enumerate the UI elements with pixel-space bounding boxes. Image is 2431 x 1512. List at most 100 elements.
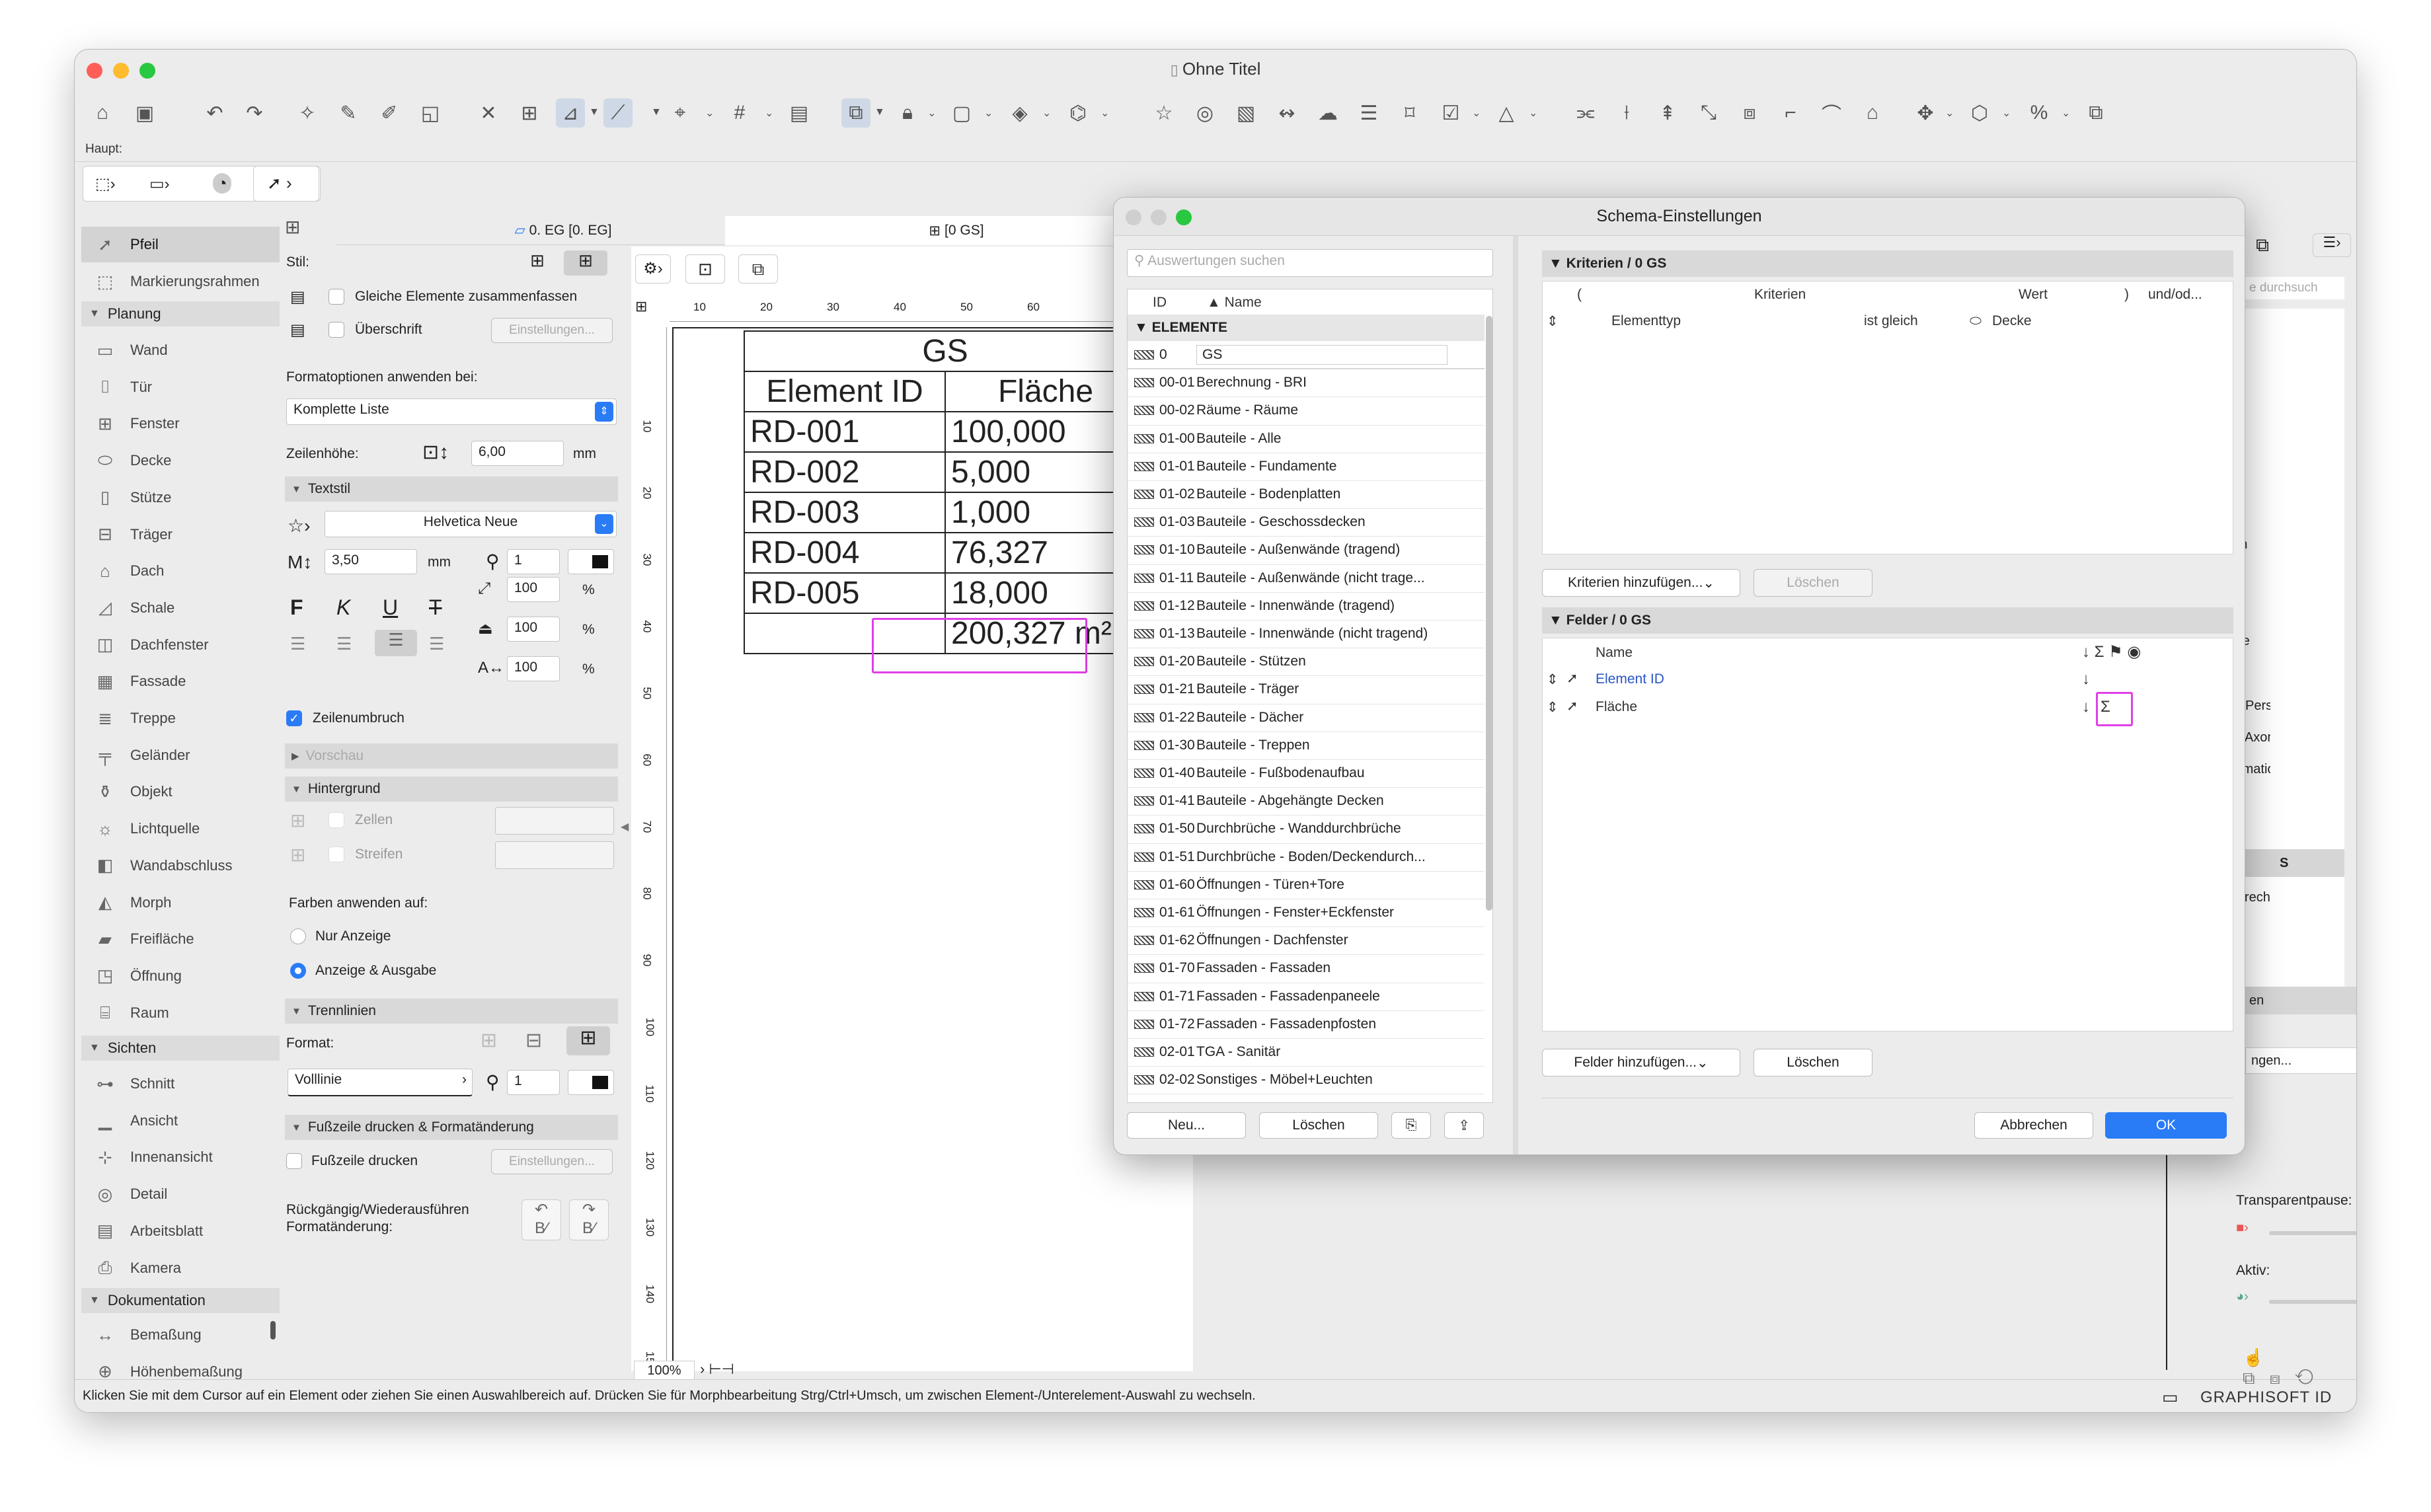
lines-horizontal-icon[interactable]: ⊟ <box>525 1029 542 1052</box>
tool-ansicht[interactable]: ▁ Ansicht <box>81 1103 280 1139</box>
tool-fassade[interactable]: ▦ Fassade <box>81 663 280 699</box>
aktiv-color-icon[interactable]: ◕› <box>2236 1289 2262 1312</box>
schedule-list-item[interactable]: 00-01 Berechnung - BRI <box>1128 369 1485 397</box>
cell-id[interactable]: RD-003 <box>744 492 946 533</box>
magic-wand-icon[interactable]: ✧ <box>293 98 322 128</box>
triangle-icon[interactable]: △ <box>1492 98 1521 128</box>
angle-icon[interactable]: ⊿ <box>556 98 585 128</box>
line-pen-input[interactable]: 1 <box>507 1070 560 1095</box>
chevron-down-icon[interactable]: ⌄ <box>927 106 936 120</box>
import-icon[interactable]: ⎘ <box>1391 1112 1431 1139</box>
settings-gear-icon[interactable]: ⚙› <box>635 254 671 284</box>
list-icon[interactable]: ☰ <box>1354 98 1383 128</box>
krit-kriterium[interactable]: Elementtyp <box>1611 313 1681 329</box>
pen-input[interactable]: 1 <box>507 549 560 574</box>
tool-bema-ung[interactable]: ↔ Bemaßung <box>81 1317 280 1353</box>
grid-snap-icon[interactable]: ▤ <box>785 98 814 128</box>
schedule-list-item[interactable]: 01-71 Fassaden - Fassadenpaneele <box>1128 983 1485 1010</box>
width-pct-input[interactable]: 100 <box>507 577 560 602</box>
kriterien-loeschen-button[interactable]: Löschen <box>1754 569 1872 597</box>
align-left-icon[interactable]: ☰ <box>290 634 305 654</box>
feld-flaeche[interactable]: Fläche <box>1596 699 1637 715</box>
streifen-checkbox[interactable] <box>328 847 344 862</box>
zeilenhoehe-input[interactable]: 6,00 <box>471 441 564 466</box>
schedule-search-input[interactable]: ⚲ Auswertungen suchen <box>1127 249 1493 277</box>
apply-scope-select[interactable]: Komplette Liste ⇕ <box>286 398 617 425</box>
schedule-list-item[interactable]: 01-72 Fassaden - Fassadenpfosten <box>1128 1010 1485 1038</box>
scale-pct-input[interactable]: 100 <box>507 656 560 681</box>
drag-handle-icon[interactable]: ⇕ <box>1547 671 1559 688</box>
tool-kamera[interactable]: ⎙ Kamera <box>81 1250 280 1286</box>
spacing-pct-input[interactable]: 100 <box>507 617 560 642</box>
format-undo-icon[interactable]: ↶ B⁄ <box>521 1199 561 1240</box>
column-header-element-id[interactable]: Element ID <box>744 371 946 412</box>
chevron-down-icon[interactable]: ⌄ <box>765 106 773 120</box>
bold-button[interactable]: F <box>290 595 303 620</box>
section-felder[interactable]: ▼ Felder / 0 GS <box>1542 607 2233 634</box>
corner-icon[interactable]: ⌐ <box>1776 98 1805 128</box>
schedule-list-item[interactable]: 00-02 Räume - Räume <box>1128 397 1485 424</box>
panel-collapse-icon[interactable]: ◀ <box>621 820 629 833</box>
schedule-list-item[interactable]: 01-51 Durchbrüche - Boden/Deckendurch... <box>1128 843 1485 871</box>
trace-tools-icon[interactable]: ☝⧉⧈⟲ <box>2243 1347 2356 1389</box>
section-vorschau[interactable]: ▶ Vorschau <box>285 743 618 769</box>
style-table-icon[interactable]: ⊞ <box>519 250 556 276</box>
frame-icon[interactable]: ▢ <box>947 98 976 128</box>
undo-icon[interactable]: ↶ <box>200 98 229 128</box>
picture-icon[interactable]: ▧ <box>1231 98 1260 128</box>
save-icon[interactable]: ▣ <box>130 98 159 128</box>
schedule-list-item[interactable]: 01-62 Öffnungen - Dachfenster <box>1128 926 1485 954</box>
tag-icon[interactable]: ⌑ <box>1395 98 1424 128</box>
aktiv-slider[interactable] <box>2269 1300 2356 1304</box>
fusszeile-einstellungen-button[interactable]: Einstellungen... <box>491 1149 613 1174</box>
tool-dachfenster[interactable]: ◫ Dachfenster <box>81 627 280 663</box>
redo-icon[interactable]: ↷ <box>240 98 269 128</box>
snap-icon[interactable]: ⌖ <box>666 98 695 128</box>
style-grid-icon[interactable]: ⊞ <box>564 250 607 276</box>
schedule-list-item[interactable]: 02-01 TGA - Sanitär <box>1128 1038 1485 1066</box>
grid-icon[interactable]: # <box>725 98 754 128</box>
zoom-menu-icon[interactable]: › ⊢⊣ <box>700 1361 734 1378</box>
line-type-select[interactable]: Volllinie › <box>288 1069 473 1096</box>
tool-pfeil[interactable]: ➚ Pfeil <box>81 227 280 262</box>
roof-icon[interactable]: ⌂ <box>1858 98 1887 128</box>
elevate-icon[interactable]: ⇞ <box>1653 98 1682 128</box>
underline-button[interactable]: U <box>383 595 398 620</box>
check-icon[interactable]: ☑ <box>1436 98 1465 128</box>
font-size-input[interactable]: 3,50 <box>325 549 417 574</box>
font-select[interactable]: Helvetica Neue ⌄ <box>325 511 617 537</box>
zoom-level[interactable]: 100% <box>634 1361 695 1380</box>
tool-wandabschluss[interactable]: ◧ Wandabschluss <box>81 848 280 884</box>
cell-id[interactable]: RD-001 <box>744 411 946 453</box>
section-sichten[interactable]: ▼ Sichten <box>81 1036 280 1061</box>
orbit-icon[interactable]: ◔ <box>213 173 231 194</box>
marquee-mode-icon[interactable]: ▭› <box>149 174 170 194</box>
list-scrollbar[interactable] <box>1486 316 1492 911</box>
column-id[interactable]: ID <box>1153 295 1167 311</box>
cloud-icon[interactable]: ☁ <box>1313 98 1342 128</box>
schedule-list-item[interactable]: 01-22 Bauteile - Dächer <box>1128 704 1485 732</box>
schedule-list-item[interactable]: 01-10 Bauteile - Außenwände (tragend) <box>1128 536 1485 564</box>
section-kriterien[interactable]: ▼ Kriterien / 0 GS <box>1542 250 2233 277</box>
cross-icon[interactable]: ✕ <box>474 98 503 128</box>
cell-id[interactable]: RD-005 <box>744 572 946 614</box>
section-textstil[interactable]: ▼ Textstil <box>285 476 618 502</box>
tool-freifla-che[interactable]: ▰ Freifläche <box>81 921 280 957</box>
chevron-down-icon[interactable]: ⌄ <box>1042 106 1051 120</box>
nur-anzeige-radio[interactable] <box>290 928 306 944</box>
einstellungen-button[interactable]: Einstellungen... <box>491 318 613 343</box>
streifen-color-field[interactable] <box>495 841 614 869</box>
schedule-list-item[interactable]: 01-21 Bauteile - Träger <box>1128 675 1485 703</box>
section-hintergrund[interactable]: ▼ Hintergrund <box>285 776 618 802</box>
list-loeschen-button[interactable]: Löschen <box>1259 1112 1378 1139</box>
trace-icon[interactable]: ◱ <box>416 98 445 128</box>
krit-wert[interactable]: Decke <box>1992 313 2032 329</box>
chevron-down-icon[interactable]: ▼ <box>651 106 662 118</box>
tool-raum[interactable]: ⌸ Raum <box>81 995 280 1031</box>
measure-icon[interactable]: ⟊ <box>1612 98 1641 128</box>
schedule-list-item[interactable]: 01-03 Bauteile - Geschossdecken <box>1128 508 1485 536</box>
export-icon[interactable]: ⇪ <box>1444 1112 1484 1139</box>
dialog-splitter[interactable] <box>1513 236 1518 1154</box>
sort-down-icon[interactable]: ↓ <box>2082 670 2090 689</box>
felder-hinzufuegen-button[interactable]: Felder hinzufügen... ⌄ <box>1542 1049 1740 1077</box>
